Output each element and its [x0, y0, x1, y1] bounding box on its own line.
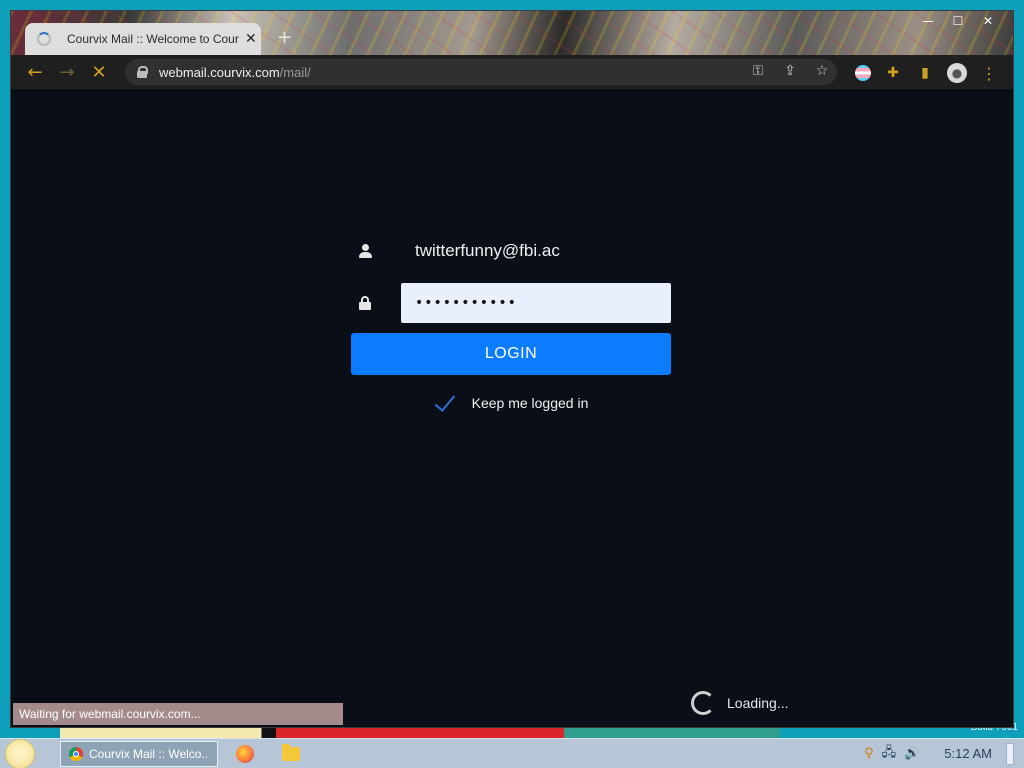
password-field[interactable]	[401, 283, 671, 323]
login-button[interactable]: LOGIN	[351, 333, 671, 375]
tab-close-icon[interactable]: ✕	[245, 31, 257, 47]
side-panel-icon[interactable]: ▮	[915, 63, 935, 83]
login-form: twitterfunny@fbi.ac LOGIN Keep me logged…	[351, 235, 671, 413]
username-row: twitterfunny@fbi.ac	[351, 235, 671, 267]
password-key-icon[interactable]: ⚿	[749, 63, 767, 79]
url-path: /mail/	[279, 64, 311, 80]
search-tray-icon[interactable]: ⚲	[864, 746, 874, 761]
keep-logged-in-label[interactable]: Keep me logged in	[472, 395, 589, 411]
back-button[interactable]: ←	[19, 62, 51, 83]
extensions-puzzle-icon[interactable]: ✚	[883, 63, 903, 83]
close-window-button[interactable]: ✕	[973, 13, 1003, 29]
browser-tab-active[interactable]: Courvix Mail :: Welcome to Courvix Mail …	[25, 23, 261, 55]
profile-avatar-icon[interactable]: ●	[947, 63, 967, 83]
username-field[interactable]: twitterfunny@fbi.ac	[415, 241, 560, 261]
firefox-icon[interactable]	[236, 744, 254, 763]
bookmark-star-icon[interactable]: ☆	[813, 63, 831, 79]
stop-loading-button[interactable]: ✕	[83, 62, 115, 83]
window-controls: — ☐ ✕	[913, 13, 1003, 29]
loading-indicator: Loading...	[691, 691, 789, 715]
start-orb-icon	[5, 738, 35, 768]
browser-window: Courvix Mail :: Welcome to Courvix Mail …	[10, 10, 1014, 728]
address-bar[interactable]: webmail.courvix.com/mail/ ⚿ ⇪ ☆	[125, 59, 837, 85]
browser-toolbar: ← → ✕ webmail.courvix.com/mail/ ⚿ ⇪ ☆ ✚ …	[11, 55, 1013, 89]
share-icon[interactable]: ⇪	[781, 63, 799, 79]
taskbar: Courvix Mail :: Welco... ⚲ 🖧 🔊 5:12 AM	[0, 738, 1024, 768]
show-desktop-button[interactable]	[1006, 742, 1014, 765]
secure-lock-icon[interactable]	[137, 66, 148, 78]
webmail-login-page: twitterfunny@fbi.ac LOGIN Keep me logged…	[11, 89, 1013, 727]
password-row	[351, 283, 671, 323]
tab-loading-spinner-icon	[37, 32, 51, 46]
system-tray: ⚲ 🖧 🔊 5:12 AM	[864, 742, 1014, 765]
pride-flag-extension-icon[interactable]	[855, 65, 871, 81]
taskbar-item-label: Courvix Mail :: Welco...	[89, 746, 209, 761]
taskbar-clock[interactable]: 5:12 AM	[944, 746, 992, 761]
tab-title: Courvix Mail :: Welcome to Courvix Mail	[67, 32, 239, 46]
forward-button[interactable]: →	[51, 62, 83, 83]
url-text[interactable]: webmail.courvix.com/mail/	[159, 65, 311, 80]
browser-menu-icon[interactable]: ⋮	[979, 63, 999, 83]
address-bar-actions: ⚿ ⇪ ☆	[749, 63, 831, 79]
browser-status-bar: Waiting for webmail.courvix.com...	[13, 703, 343, 725]
chrome-icon	[69, 746, 83, 761]
volume-icon[interactable]: 🔊	[904, 746, 920, 761]
taskbar-item-chrome[interactable]: Courvix Mail :: Welco...	[60, 740, 218, 767]
start-button[interactable]	[0, 738, 40, 768]
keep-logged-in-option[interactable]: Keep me logged in	[351, 393, 671, 413]
new-tab-button[interactable]: +	[277, 27, 292, 48]
maximize-button[interactable]: ☐	[943, 13, 973, 29]
loading-spinner-icon	[691, 691, 715, 715]
minimize-button[interactable]: —	[913, 13, 943, 29]
checkmark-icon[interactable]	[434, 393, 458, 413]
lock-icon	[351, 283, 379, 323]
file-explorer-folder-icon[interactable]	[282, 743, 300, 761]
loading-text: Loading...	[727, 695, 789, 711]
url-host: webmail.courvix.com	[159, 64, 280, 80]
extension-icons: ✚ ▮ ● ⋮	[855, 63, 999, 83]
user-icon	[351, 244, 379, 258]
network-icon[interactable]: 🖧	[882, 743, 897, 765]
